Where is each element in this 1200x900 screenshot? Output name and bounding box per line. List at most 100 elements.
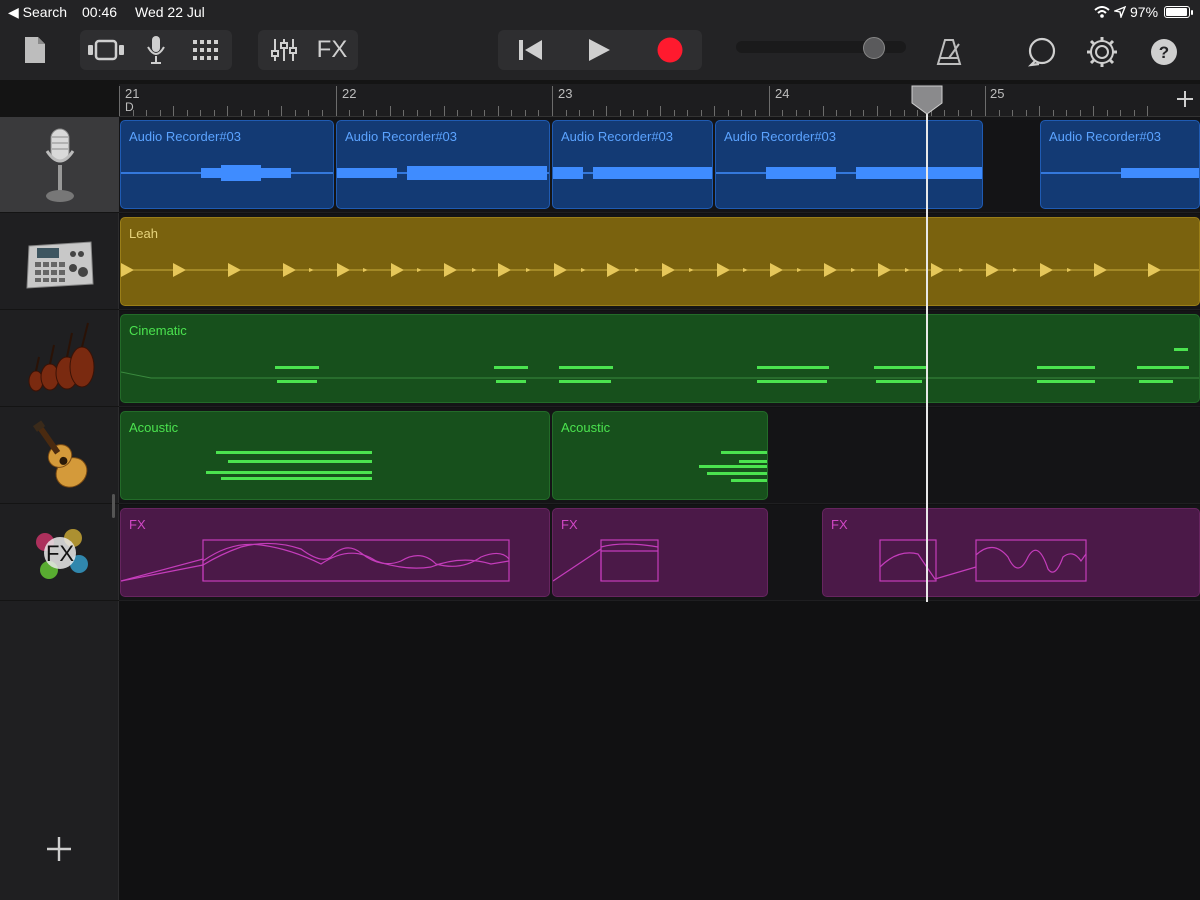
ruler-tick: [335, 86, 337, 116]
ruler-tick: [132, 110, 134, 116]
midi-region[interactable]: Acoustic: [552, 411, 768, 500]
tracks-view-button[interactable]: [136, 30, 176, 70]
fx-region[interactable]: FX: [552, 508, 768, 597]
drum-ghost-hit: [905, 268, 910, 272]
song-settings-button[interactable]: [1086, 36, 1118, 68]
tracks-area[interactable]: Audio Recorder#03 Audio Recorder#03 Audi…: [119, 117, 1200, 900]
wifi-icon: [1094, 6, 1110, 18]
drum-hit: [228, 263, 241, 277]
ruler-tick: [673, 110, 675, 116]
midi-region[interactable]: Cinematic: [120, 314, 1200, 403]
drum-hit: [391, 263, 404, 277]
track-header-audio-recorder[interactable]: [0, 117, 119, 213]
midi-notes: [206, 451, 372, 480]
audio-region[interactable]: Audio Recorder#03: [1040, 120, 1200, 209]
plus-icon: [47, 837, 71, 861]
drum-hit: [554, 263, 567, 277]
ruler-tick: [998, 110, 1000, 116]
waveform: [121, 165, 333, 181]
live-loops-button[interactable]: [184, 30, 228, 70]
playhead[interactable]: [926, 100, 928, 602]
skip-back-icon: [519, 40, 542, 60]
control-bar: FX ?: [0, 24, 1200, 80]
fx-region[interactable]: FX: [120, 508, 550, 597]
ruler-tick: [1106, 110, 1108, 116]
record-button[interactable]: [642, 30, 698, 70]
track-lane-drums: Leah: [119, 214, 1200, 310]
loop-browser-button[interactable]: [1026, 36, 1058, 68]
metronome-icon: [936, 39, 962, 65]
ruler-tick: [349, 110, 351, 116]
ruler-tick: [903, 110, 905, 116]
drum-hit: [1094, 263, 1107, 277]
ruler-tick: [281, 106, 283, 116]
master-volume-slider[interactable]: [736, 37, 906, 59]
ruler-tick: [876, 106, 878, 116]
fx-button[interactable]: FX: [310, 30, 354, 70]
bar-number: 25: [990, 86, 1005, 101]
ruler-tick: [687, 110, 689, 116]
ruler-tick: [1120, 110, 1122, 116]
play-button[interactable]: [570, 30, 628, 70]
track-controls-button[interactable]: [262, 30, 306, 70]
audio-region[interactable]: Audio Recorder#03: [552, 120, 713, 209]
fx-automation: [121, 539, 510, 582]
ruler-tick: [524, 110, 526, 116]
master-volume-knob[interactable]: [862, 37, 885, 59]
resize-grip[interactable]: [112, 494, 115, 518]
back-to-search-link[interactable]: ◀ Search: [8, 4, 67, 21]
ruler-tick: [511, 110, 513, 116]
go-to-beginning-button[interactable]: [502, 30, 560, 70]
ruler-tick: [646, 110, 648, 116]
timeline-ruler[interactable]: 21 22 23 24 25 D: [119, 84, 1200, 117]
drum-ghost-hit: [635, 268, 640, 272]
fx-region[interactable]: FX: [822, 508, 1200, 597]
ruler-tick: [985, 86, 986, 116]
my-songs-button[interactable]: [22, 34, 48, 66]
drum-hit: [770, 263, 783, 277]
ruler-tick: [159, 110, 161, 116]
drummer-region[interactable]: Leah: [120, 217, 1200, 306]
track-lane-guitar: Acoustic Acoustic: [119, 408, 1200, 504]
svg-text:FX: FX: [45, 541, 73, 566]
add-track-button[interactable]: [44, 834, 74, 864]
drum-ghost-hit: [417, 268, 422, 272]
fx-automation: [879, 539, 1087, 582]
loop-icon: [1027, 37, 1056, 67]
bar-number: 21: [125, 86, 140, 101]
drum-hit: [824, 263, 837, 277]
ruler-tick: [1147, 106, 1149, 116]
track-header-drum-machine[interactable]: [0, 214, 119, 310]
strings-icon: [28, 322, 94, 391]
ruler-tick: [119, 86, 120, 116]
drum-ghost-hit: [526, 268, 531, 272]
status-bar: ◀ Search 00:46 Wed 22 Jul 97%: [0, 0, 1200, 24]
ruler-tick: [1052, 110, 1054, 116]
track-header-strings[interactable]: [0, 311, 119, 407]
drum-ghost-hit: [959, 268, 964, 272]
record-icon: [657, 37, 683, 63]
midi-region[interactable]: Acoustic: [120, 411, 550, 500]
metronome-button[interactable]: [932, 36, 966, 68]
garageband-tracks-view: ◀ Search 00:46 Wed 22 Jul 97% FX ? 21 22…: [0, 0, 1200, 900]
microphone-icon: [147, 36, 165, 64]
help-button[interactable]: ?: [1148, 36, 1180, 68]
battery-icon: [1164, 6, 1193, 18]
audio-region[interactable]: Audio Recorder#03: [336, 120, 550, 209]
status-date: Wed 22 Jul: [135, 4, 205, 20]
audio-region[interactable]: Audio Recorder#03: [120, 120, 334, 209]
track-header-acoustic-guitar[interactable]: [0, 408, 119, 504]
ruler-tick: [1133, 110, 1135, 116]
gear-icon: [1087, 37, 1117, 67]
ruler-tick: [822, 106, 824, 116]
audio-region[interactable]: Audio Recorder#03: [715, 120, 983, 209]
playhead-handle[interactable]: [911, 85, 943, 115]
status-time: 00:46: [82, 4, 118, 20]
help-icon: ?: [1151, 39, 1177, 65]
midi-notes: [699, 451, 767, 482]
location-arrow-icon: [1114, 6, 1126, 18]
drum-hit: [173, 263, 186, 277]
add-section-button[interactable]: [1176, 88, 1194, 114]
track-header-fx[interactable]: FX: [0, 505, 119, 601]
browser-button[interactable]: [84, 30, 128, 70]
